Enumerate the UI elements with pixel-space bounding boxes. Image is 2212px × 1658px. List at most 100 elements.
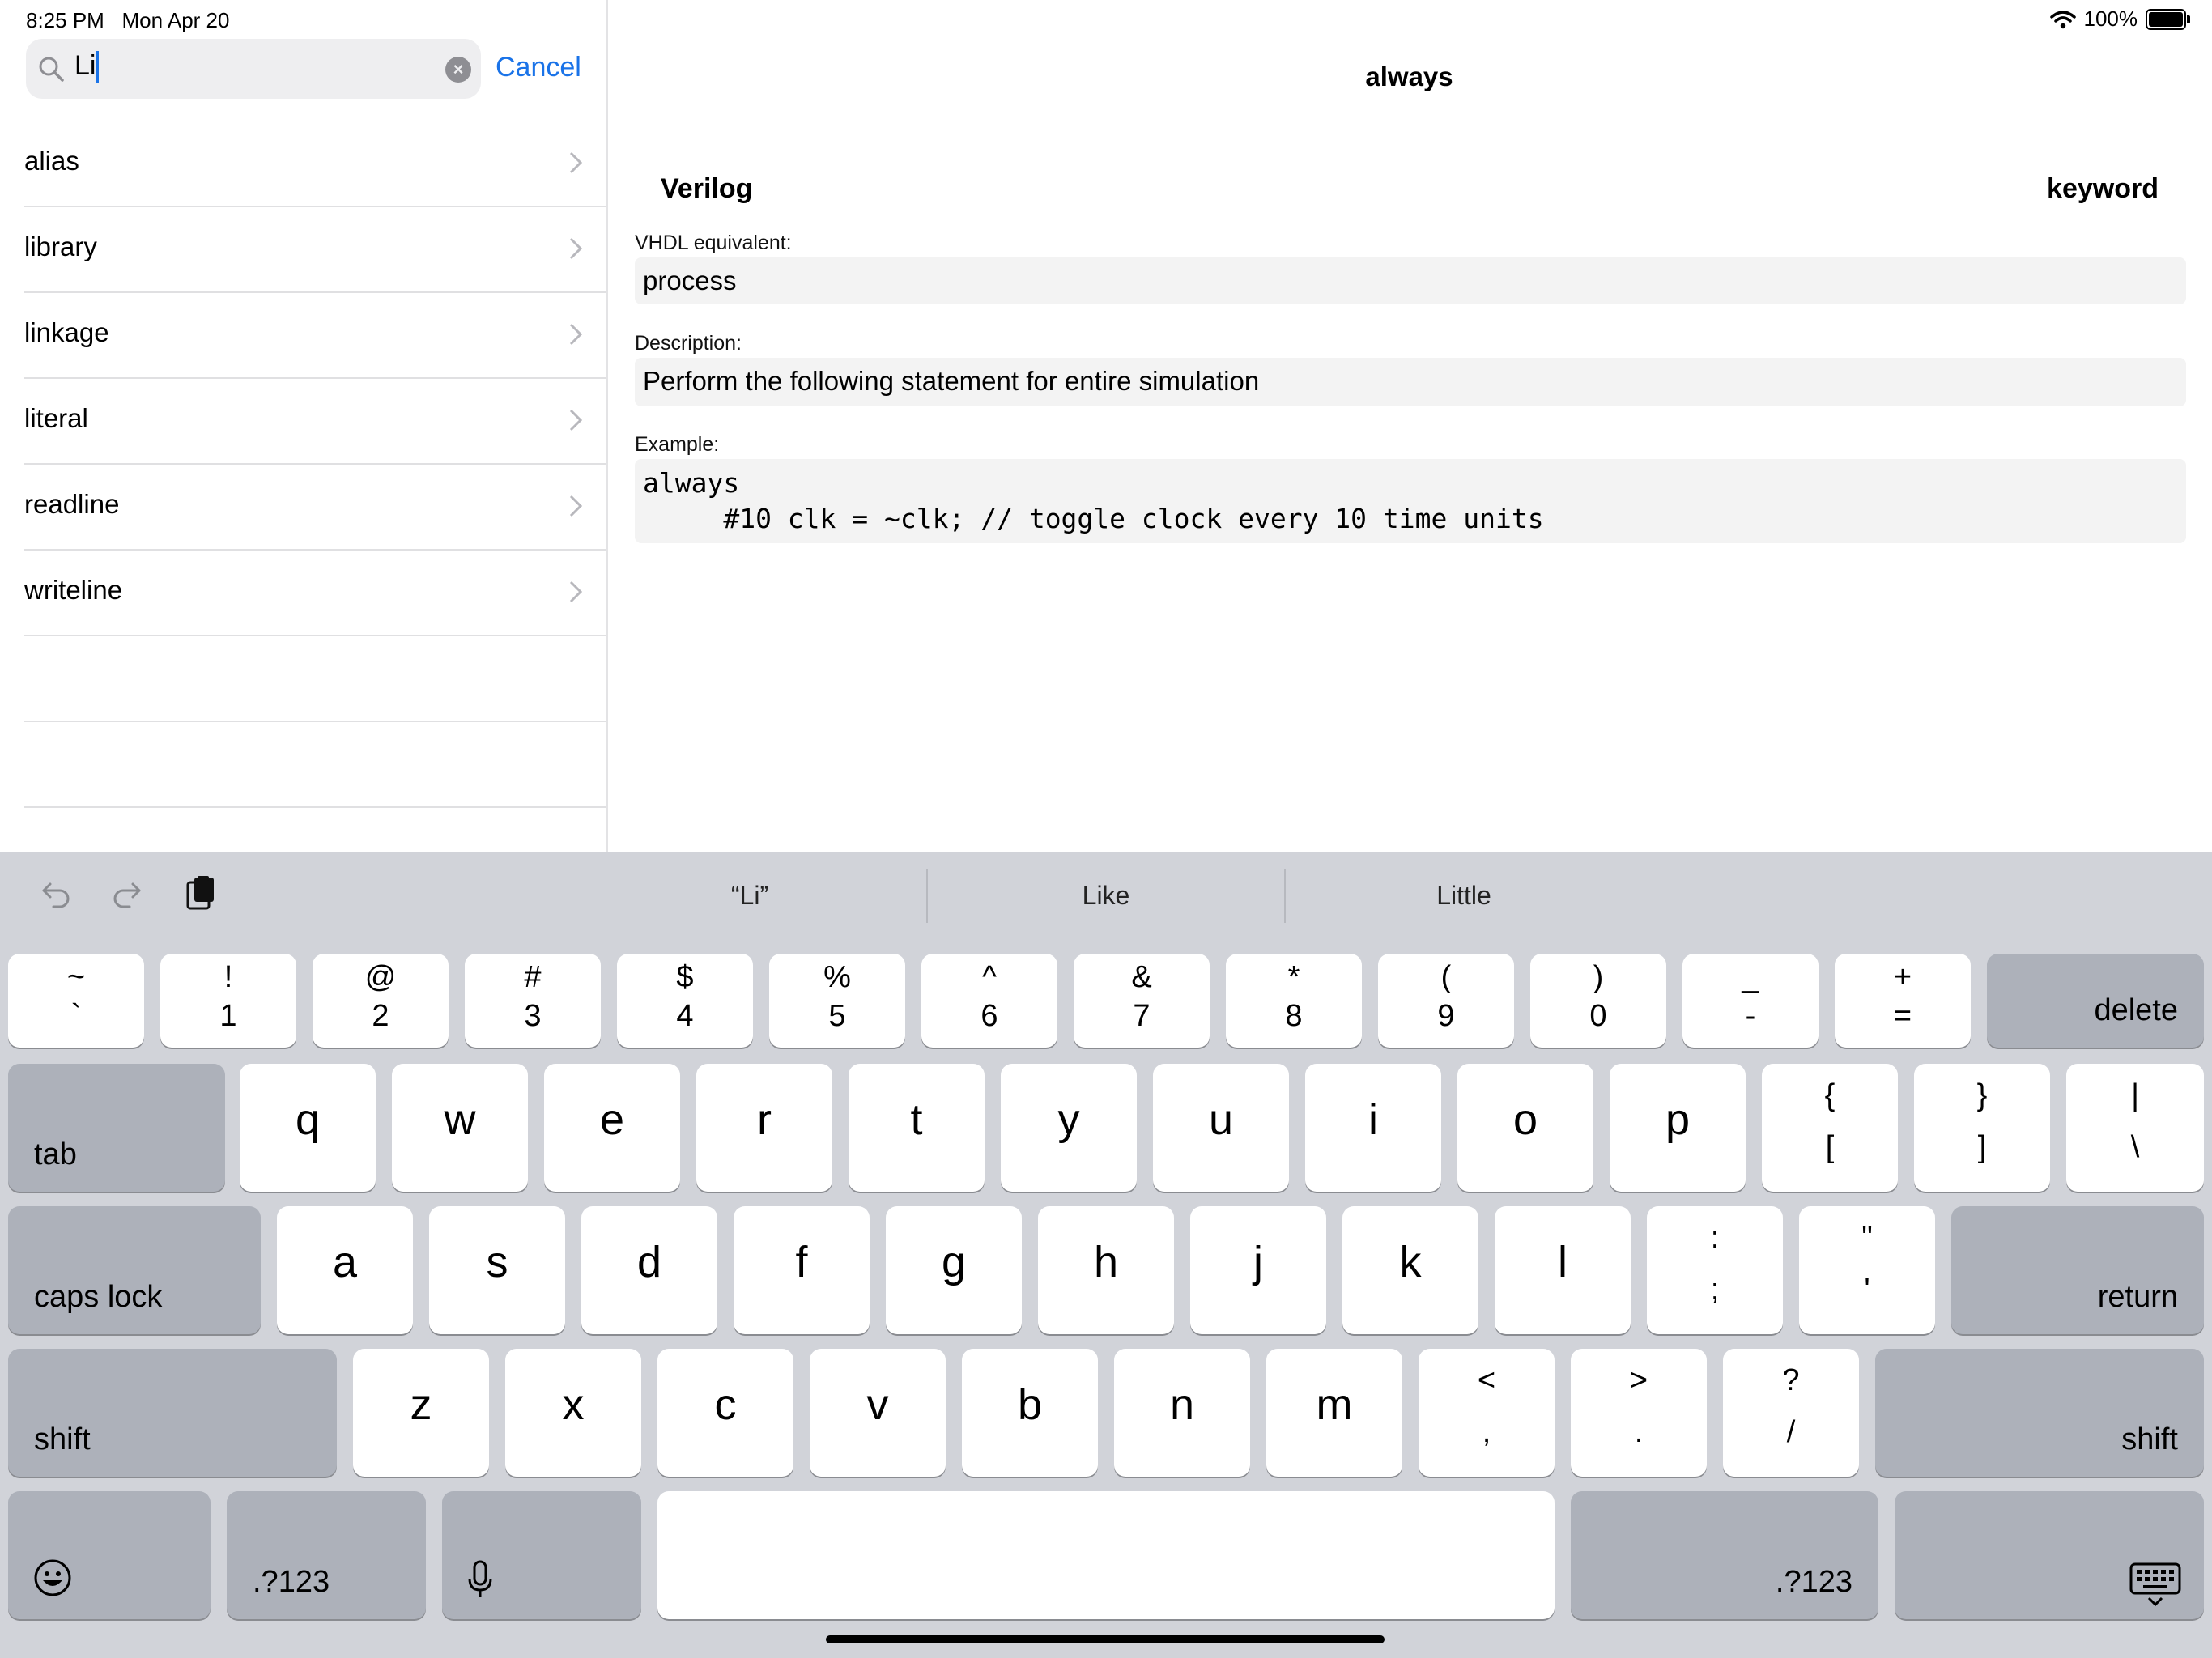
suggestion-2[interactable]: Like xyxy=(928,881,1284,911)
key-7[interactable]: & 7 xyxy=(1074,954,1210,1048)
example-code: always #10 clk = ~clk; // toggle clock e… xyxy=(643,466,1544,537)
hide-keyboard-key[interactable] xyxy=(1895,1491,2204,1619)
empty-row xyxy=(24,722,606,808)
key-0[interactable]: ) 0 xyxy=(1530,954,1666,1048)
dictation-key[interactable] xyxy=(442,1491,641,1619)
shift-left-key[interactable]: shift xyxy=(8,1349,337,1477)
results-list: alias library linkage literal readline w… xyxy=(24,121,606,808)
key-period[interactable]: >. xyxy=(1571,1349,1707,1477)
key-z[interactable]: z xyxy=(353,1349,489,1477)
chevron-right-icon xyxy=(569,151,583,174)
key-q[interactable]: q xyxy=(240,1064,376,1192)
key-5[interactable]: % 5 xyxy=(769,954,905,1048)
key-l[interactable]: l xyxy=(1495,1206,1631,1334)
emoji-icon xyxy=(34,1559,71,1596)
key-b[interactable]: b xyxy=(962,1349,1098,1477)
key-s[interactable]: s xyxy=(429,1206,565,1334)
key-3[interactable]: #3 xyxy=(465,954,601,1048)
empty-row xyxy=(24,636,606,722)
caps-lock-key[interactable]: caps lock xyxy=(8,1206,261,1334)
paste-icon[interactable] xyxy=(181,874,220,913)
example-label: Example: xyxy=(635,433,720,456)
key-x[interactable]: x xyxy=(505,1349,641,1477)
list-item[interactable]: alias xyxy=(24,121,606,207)
key-quote[interactable]: " ' xyxy=(1799,1206,1935,1334)
key-semicolon[interactable]: :; xyxy=(1647,1206,1783,1334)
key-f[interactable]: f xyxy=(734,1206,870,1334)
key-g[interactable]: g xyxy=(886,1206,1022,1334)
key-a[interactable]: a xyxy=(277,1206,413,1334)
key-y[interactable]: y xyxy=(1001,1064,1137,1192)
key-bracket-left[interactable]: {[ xyxy=(1762,1064,1898,1192)
search-icon xyxy=(39,57,64,82)
key-n[interactable]: n xyxy=(1114,1349,1250,1477)
return-key[interactable]: return xyxy=(1951,1206,2204,1334)
list-item[interactable]: writeline xyxy=(24,551,606,636)
key-1[interactable]: ! 1 xyxy=(160,954,296,1048)
key-slash[interactable]: ? / xyxy=(1723,1349,1859,1477)
key-h[interactable]: h xyxy=(1038,1206,1174,1334)
code-line: #10 clk = ~clk; // toggle clock every 10… xyxy=(643,503,1544,534)
key-equals[interactable]: + = xyxy=(1835,954,1971,1048)
delete-key[interactable]: delete xyxy=(1987,954,2204,1048)
page-title: always xyxy=(1365,62,1453,91)
redo-icon[interactable] xyxy=(108,876,147,915)
battery-icon xyxy=(2146,8,2190,30)
home-indicator xyxy=(826,1635,1385,1643)
text-caret xyxy=(96,51,100,84)
list-item[interactable]: library xyxy=(24,207,606,293)
key-t[interactable]: t xyxy=(849,1064,985,1192)
key-o[interactable]: o xyxy=(1457,1064,1593,1192)
undo-icon[interactable] xyxy=(36,876,74,915)
key-bracket-right[interactable]: }] xyxy=(1914,1064,2050,1192)
status-right: 100% xyxy=(2049,6,2190,32)
key-k[interactable]: k xyxy=(1342,1206,1478,1334)
key-p[interactable]: p xyxy=(1610,1064,1746,1192)
key-backslash[interactable]: | \ xyxy=(2066,1064,2204,1192)
key-9[interactable]: (9 xyxy=(1378,954,1514,1048)
key-m[interactable]: m xyxy=(1266,1349,1402,1477)
key-w[interactable]: w xyxy=(392,1064,528,1192)
description-value: Perform the following statement for enti… xyxy=(643,366,1260,396)
shift-right-key[interactable]: shift xyxy=(1875,1349,2204,1477)
key-backtick[interactable]: ~ ` xyxy=(8,954,144,1048)
key-4[interactable]: $4 xyxy=(617,954,753,1048)
clear-search-icon[interactable]: × xyxy=(445,57,471,83)
emoji-key[interactable] xyxy=(8,1491,211,1619)
example-field: always #10 clk = ~clk; // toggle clock e… xyxy=(635,459,2186,543)
key-6[interactable]: ^ 6 xyxy=(921,954,1057,1048)
key-e[interactable]: e xyxy=(544,1064,680,1192)
description-field: Perform the following statement for enti… xyxy=(635,358,2186,406)
suggestion-3[interactable]: Little xyxy=(1286,881,1642,911)
language-label: Verilog xyxy=(661,173,753,204)
key-j[interactable]: j xyxy=(1190,1206,1326,1334)
battery-percent: 100% xyxy=(2083,6,2138,31)
chevron-right-icon xyxy=(569,323,583,346)
tab-key[interactable]: tab xyxy=(8,1064,225,1192)
key-comma[interactable]: <, xyxy=(1419,1349,1555,1477)
search-input[interactable]: Li xyxy=(74,50,100,84)
vhdl-equivalent-value: process xyxy=(643,266,737,295)
list-item[interactable]: readline xyxy=(24,465,606,551)
chevron-right-icon xyxy=(569,237,583,260)
key-v[interactable]: v xyxy=(810,1349,946,1477)
key-8[interactable]: * 8 xyxy=(1226,954,1362,1048)
keyboard-dismiss-icon xyxy=(2129,1562,2181,1607)
numbers-key-right[interactable]: .?123 xyxy=(1571,1491,1878,1619)
key-i[interactable]: i xyxy=(1305,1064,1441,1192)
key-2[interactable]: @2 xyxy=(313,954,449,1048)
cancel-button[interactable]: Cancel xyxy=(496,52,581,83)
chevron-right-icon xyxy=(569,580,583,603)
key-u[interactable]: u xyxy=(1153,1064,1289,1192)
suggestion-1[interactable]: “Li” xyxy=(572,881,928,911)
numbers-key-left[interactable]: .?123 xyxy=(227,1491,426,1619)
key-c[interactable]: c xyxy=(657,1349,793,1477)
key-minus[interactable]: _ - xyxy=(1682,954,1819,1048)
vhdl-equivalent-label: VHDL equivalent: xyxy=(635,232,792,254)
vhdl-equivalent-field: process xyxy=(635,257,2186,304)
list-item[interactable]: linkage xyxy=(24,293,606,379)
space-key[interactable] xyxy=(657,1491,1555,1619)
key-r[interactable]: r xyxy=(696,1064,832,1192)
key-d[interactable]: d xyxy=(581,1206,717,1334)
list-item[interactable]: literal xyxy=(24,379,606,465)
